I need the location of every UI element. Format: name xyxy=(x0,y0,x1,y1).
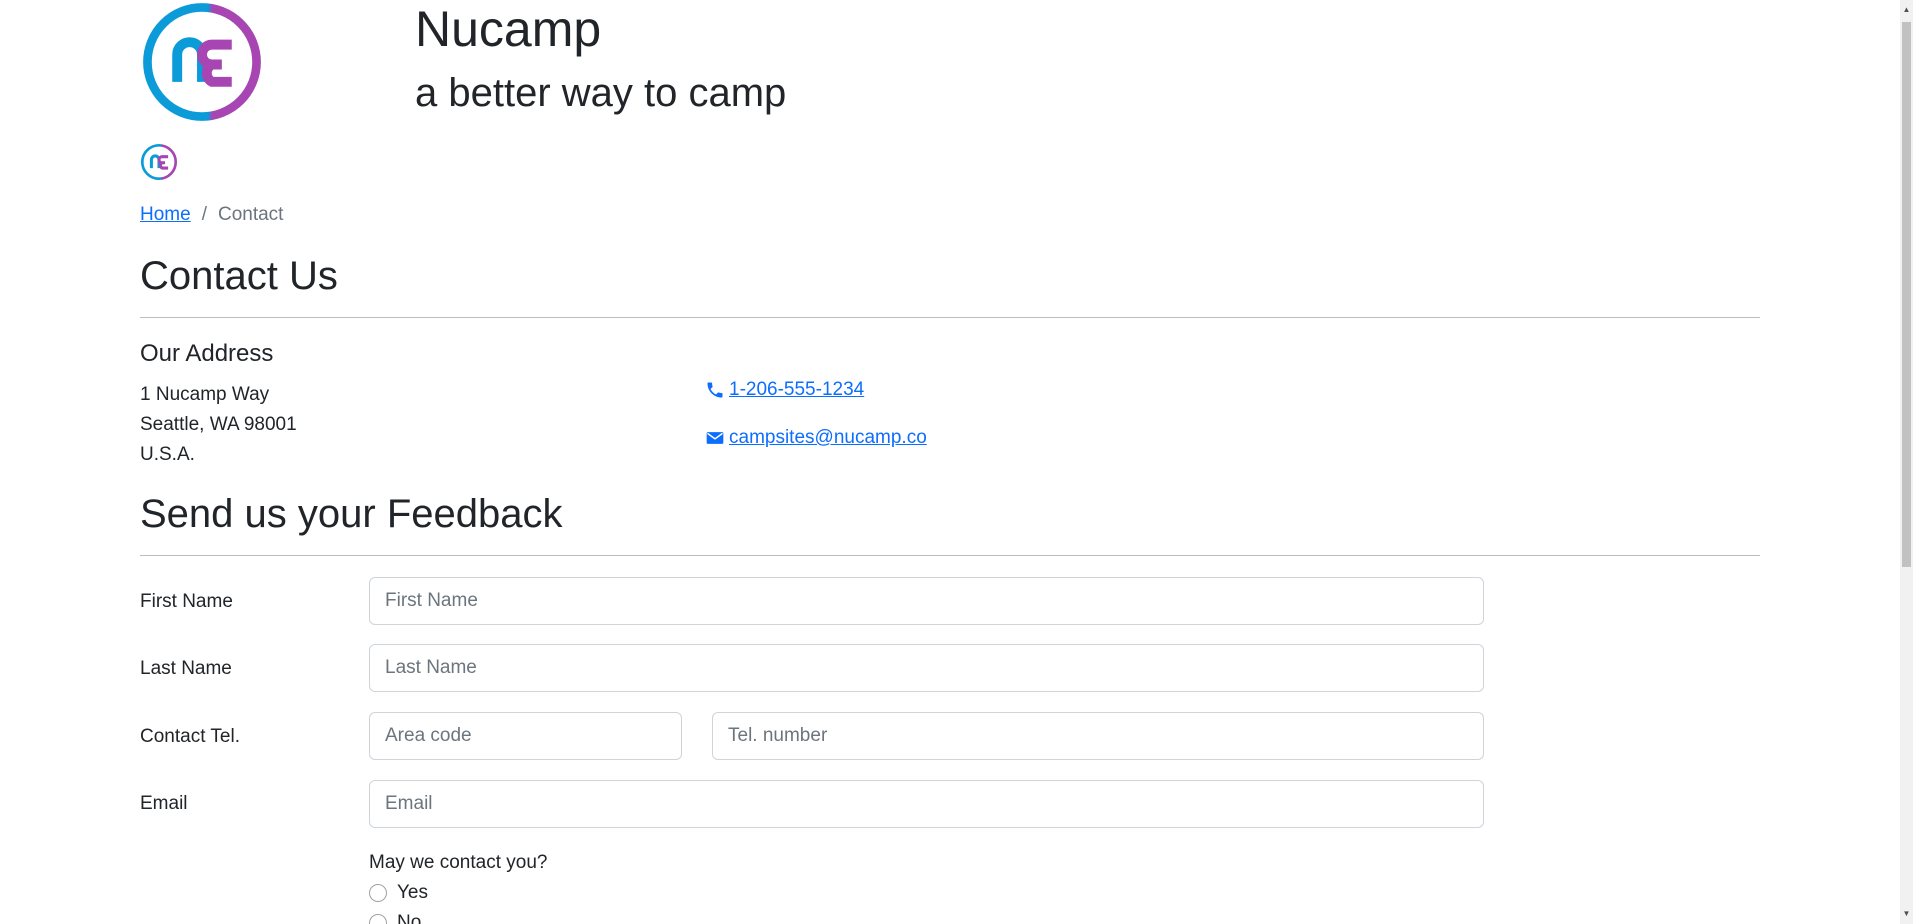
contact-tel-label: Contact Tel. xyxy=(140,726,240,747)
phone-link[interactable]: 1-206-555-1234 xyxy=(705,377,864,403)
page-scrollbar[interactable]: ▲ ▼ xyxy=(1900,0,1913,924)
envelope-icon xyxy=(706,432,724,444)
radio-no-label: No xyxy=(397,912,422,924)
address-title: Our Address xyxy=(140,340,274,367)
radio-option-yes[interactable]: Yes xyxy=(369,880,428,906)
email-input[interactable] xyxy=(369,780,1484,828)
radio-no-circle[interactable] xyxy=(369,914,387,924)
first-name-label: First Name xyxy=(140,591,233,612)
last-name-input[interactable] xyxy=(369,644,1484,692)
feedback-divider xyxy=(140,555,1760,556)
address-block: 1 Nucamp Way Seattle, WA 98001 U.S.A. xyxy=(140,380,297,470)
first-name-input[interactable] xyxy=(369,577,1484,625)
email-address: campsites@nucamp.co xyxy=(729,427,927,448)
navbar-logo-icon[interactable] xyxy=(140,143,178,181)
address-line-2: Seattle, WA 98001 xyxy=(140,414,297,435)
radio-option-no[interactable]: No xyxy=(369,910,421,924)
email-label: Email xyxy=(140,793,188,814)
address-line-3: U.S.A. xyxy=(140,444,195,465)
tel-number-input[interactable] xyxy=(712,712,1484,760)
feedback-heading: Send us your Feedback xyxy=(140,492,563,536)
page: Nucamp a better way to camp Home / Conta… xyxy=(0,0,1913,924)
email-link[interactable]: campsites@nucamp.co xyxy=(705,425,927,451)
breadcrumb-separator: / xyxy=(201,204,207,225)
breadcrumb-home-link[interactable]: Home xyxy=(140,202,191,228)
brand-tagline: a better way to camp xyxy=(415,71,787,115)
contact-heading: Contact Us xyxy=(140,254,338,298)
scroll-up-arrow-icon[interactable]: ▲ xyxy=(1900,2,1913,18)
contact-divider xyxy=(140,317,1760,318)
address-line-1: 1 Nucamp Way xyxy=(140,384,270,405)
contact-permission-question: May we contact you? xyxy=(369,852,548,873)
breadcrumb-current: Contact xyxy=(217,204,284,225)
last-name-label: Last Name xyxy=(140,658,232,679)
phone-icon xyxy=(707,382,723,398)
radio-yes-circle[interactable] xyxy=(369,884,387,902)
scrollbar-thumb[interactable] xyxy=(1902,22,1911,567)
nucamp-logo-icon xyxy=(143,3,261,121)
area-code-input[interactable] xyxy=(369,712,682,760)
brand-title: Nucamp xyxy=(415,1,602,57)
breadcrumb: Home / Contact xyxy=(140,202,283,228)
radio-yes-label: Yes xyxy=(397,882,428,903)
phone-number: 1-206-555-1234 xyxy=(729,379,865,400)
scroll-down-arrow-icon[interactable]: ▼ xyxy=(1900,906,1913,922)
